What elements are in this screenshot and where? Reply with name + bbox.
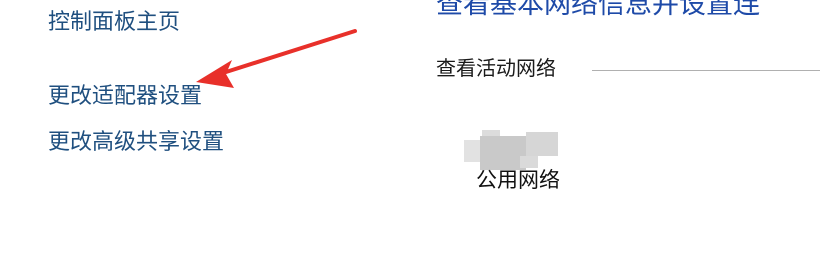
red-arrow-annotation — [196, 29, 357, 88]
active-networks-heading: 查看活动网络 — [436, 56, 556, 80]
section-divider — [592, 70, 820, 71]
page-title: 查看基本网络信息并设置连 — [436, 0, 760, 20]
sidebar-link-control-panel-home[interactable]: 控制面板主页 — [48, 9, 180, 37]
network-sharing-center-window: 控制面板主页 更改适配器设置 更改高级共享设置 查看基本网络信息并设置连 查看活… — [0, 0, 820, 256]
sidebar-link-change-adapter-settings[interactable]: 更改适配器设置 — [48, 83, 202, 111]
sidebar-link-change-advanced-sharing-settings[interactable]: 更改高级共享设置 — [48, 129, 224, 157]
network-type-label[interactable]: 公用网络 — [476, 166, 560, 194]
arrow-shaft — [224, 29, 357, 74]
